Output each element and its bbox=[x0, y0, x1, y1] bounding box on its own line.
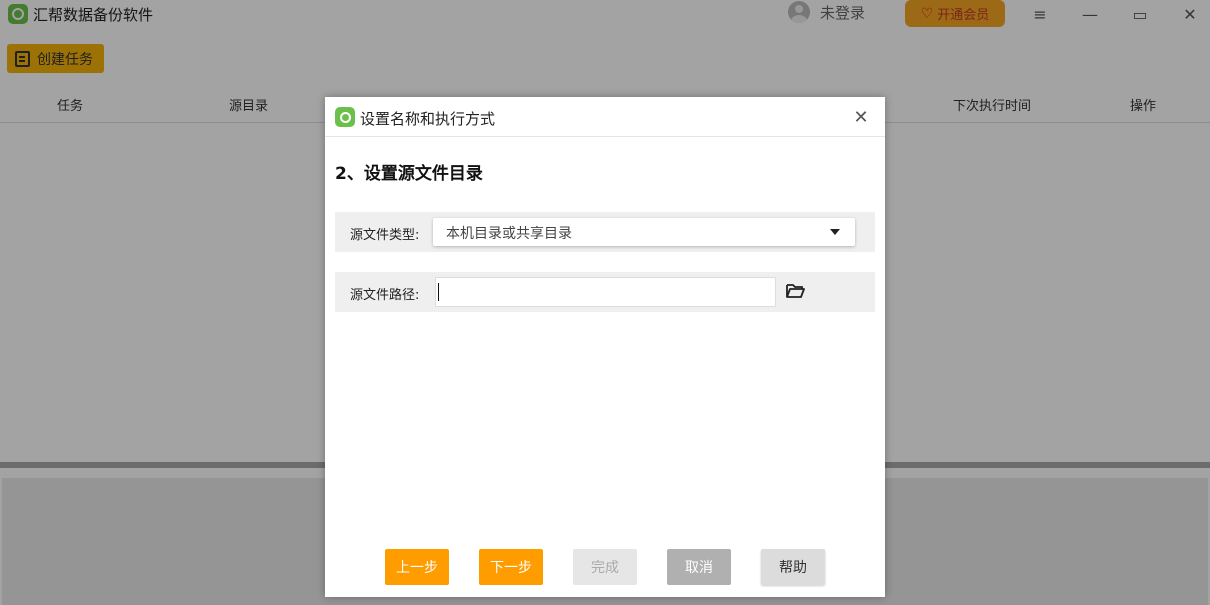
next-step-button[interactable]: 下一步 bbox=[479, 549, 543, 585]
text-cursor bbox=[438, 283, 439, 301]
finish-button[interactable]: 完成 bbox=[573, 549, 637, 585]
source-type-label: 源文件类型: bbox=[350, 228, 420, 243]
dialog-title: 设置名称和执行方式 bbox=[360, 110, 496, 128]
source-type-row: 源文件类型: 本机目录或共享目录 bbox=[335, 212, 875, 252]
cancel-button[interactable]: 取消 bbox=[667, 549, 731, 585]
setup-dialog: 设置名称和执行方式 ✕ 2、设置源文件目录 源文件类型: 本机目录或共享目录 源… bbox=[325, 97, 885, 597]
source-path-row: 源文件路径: bbox=[335, 272, 875, 312]
source-path-input[interactable] bbox=[435, 277, 776, 307]
source-path-label: 源文件路径: bbox=[350, 288, 420, 303]
caret-down-icon bbox=[830, 229, 840, 235]
source-type-value: 本机目录或共享目录 bbox=[446, 226, 572, 242]
close-icon[interactable]: ✕ bbox=[837, 97, 885, 137]
source-type-select[interactable]: 本机目录或共享目录 bbox=[433, 218, 855, 246]
app-logo-icon bbox=[335, 107, 355, 127]
dialog-title-bar: 设置名称和执行方式 ✕ bbox=[325, 97, 885, 137]
folder-open-icon[interactable] bbox=[785, 281, 805, 301]
step-title: 2、设置源文件目录 bbox=[335, 164, 483, 184]
help-button[interactable]: 帮助 bbox=[761, 549, 825, 585]
prev-step-button[interactable]: 上一步 bbox=[385, 549, 449, 585]
